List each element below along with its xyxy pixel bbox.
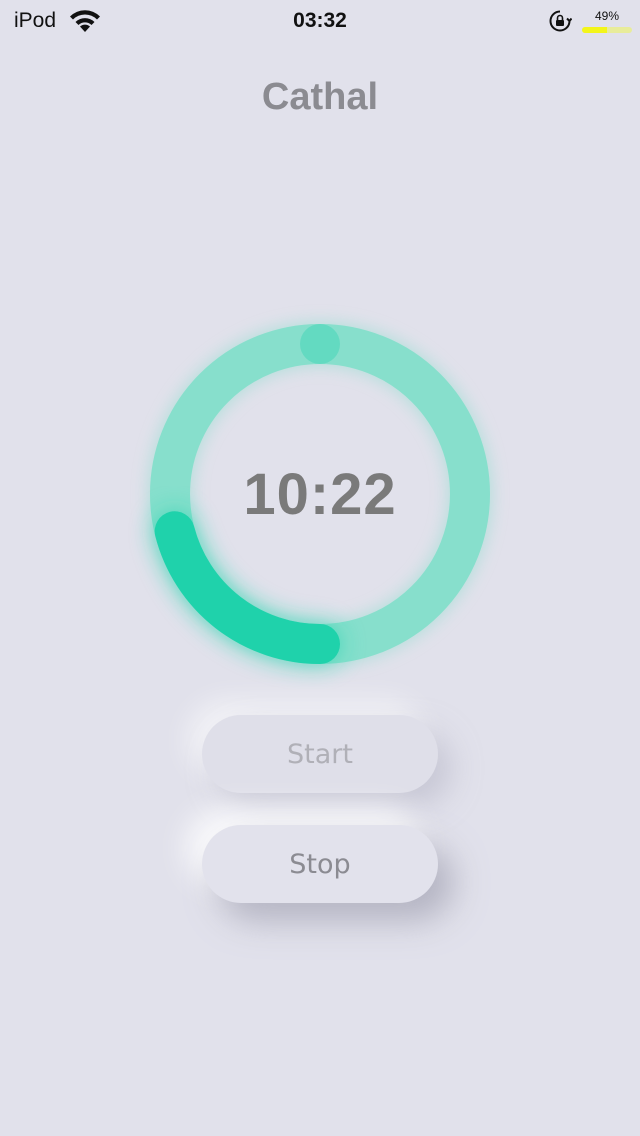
- status-time: 03:32: [293, 9, 347, 32]
- status-bar: iPod 03:32 49%: [0, 0, 640, 40]
- battery-fill: [582, 27, 607, 33]
- start-button[interactable]: Start: [202, 715, 438, 793]
- timer-display: 10:22: [243, 461, 397, 527]
- stop-button[interactable]: Stop: [202, 825, 438, 903]
- battery-icon: [582, 27, 632, 33]
- lock-rotation-icon: [549, 10, 572, 32]
- page-title: Cathal: [261, 76, 379, 118]
- battery-percent: 49%: [594, 9, 620, 23]
